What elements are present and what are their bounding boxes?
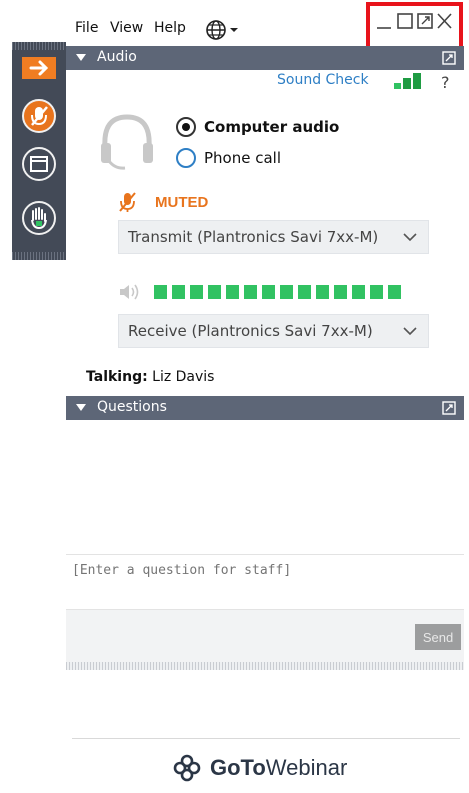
brand-name: GoToWebinar (210, 755, 348, 780)
arrow-right-icon (22, 57, 56, 79)
chevron-down-icon (403, 233, 417, 242)
audio-help-button[interactable]: ? (441, 73, 450, 92)
window-icon (22, 147, 56, 181)
questions-area: Send (66, 420, 464, 670)
talking-label: Talking: (86, 369, 148, 385)
raise-hand-icon (22, 201, 56, 235)
toolbar-grip-top[interactable] (12, 42, 66, 50)
transmit-device-value: Transmit (Plantronics Savi 7xx-M) (128, 228, 379, 246)
popout-icon[interactable] (442, 51, 456, 65)
menu-help[interactable]: Help (154, 20, 186, 36)
level-bar-segment (352, 285, 365, 299)
talking-name: Liz Davis (152, 369, 215, 385)
questions-footer: Send (66, 610, 464, 662)
computer-audio-label: Computer audio (204, 118, 340, 136)
speaker-icon (120, 284, 139, 300)
muted-label: MUTED (155, 193, 209, 211)
signal-strength-icon (394, 73, 421, 89)
talking-indicator: Talking: Liz Davis (86, 369, 214, 385)
level-bar-segment (316, 285, 329, 299)
globe-icon (206, 20, 238, 40)
question-input[interactable] (66, 554, 464, 610)
collapse-panel-button[interactable] (21, 56, 57, 80)
level-bar-segment (334, 285, 347, 299)
language-menu-button[interactable] (205, 19, 241, 45)
footer-divider (72, 738, 460, 739)
level-bar-segment (244, 285, 257, 299)
audio-panel-title: Audio (97, 49, 137, 65)
sound-check-link[interactable]: Sound Check (277, 72, 369, 88)
muted-mic-icon (119, 192, 136, 212)
level-bar-segment (280, 285, 293, 299)
questions-panel-header[interactable]: Questions (66, 396, 464, 420)
radio-selected[interactable] (176, 117, 196, 137)
level-bars (154, 285, 406, 299)
left-toolbar (12, 42, 66, 260)
level-bar-segment (208, 285, 221, 299)
mute-toggle-button[interactable] (21, 98, 57, 134)
muted-mic-icon (22, 99, 56, 133)
phone-call-label: Phone call (204, 149, 282, 167)
menu-view[interactable]: View (110, 20, 143, 36)
transmit-device-select[interactable]: Transmit (Plantronics Savi 7xx-M) (118, 220, 429, 254)
receive-device-select[interactable]: Receive (Plantronics Savi 7xx-M) (118, 314, 429, 348)
panel-resize-grip[interactable] (66, 662, 464, 670)
collapse-triangle-icon[interactable] (76, 54, 86, 61)
mute-status: MUTED (118, 190, 208, 214)
brand-logo: GoToWebinar (172, 752, 347, 784)
raise-hand-button[interactable] (21, 200, 57, 236)
menu-file[interactable]: File (75, 20, 98, 36)
level-bar-segment (370, 285, 383, 299)
level-bar-segment (226, 285, 239, 299)
level-bar-segment (172, 285, 185, 299)
level-bar-segment (154, 285, 167, 299)
gotowebinar-logo-icon (173, 754, 201, 782)
level-bar-segment (190, 285, 203, 299)
receive-device-value: Receive (Plantronics Savi 7xx-M) (128, 322, 373, 340)
caret-down-icon (230, 28, 238, 32)
questions-panel-title: Questions (97, 399, 167, 415)
toolbar-grip-bottom[interactable] (12, 252, 66, 260)
collapse-triangle-icon[interactable] (76, 404, 86, 411)
send-button[interactable]: Send (415, 624, 461, 650)
audio-panel-header[interactable]: Audio (66, 46, 464, 70)
screen-view-button[interactable] (21, 146, 57, 182)
questions-log[interactable] (66, 420, 464, 554)
phone-call-option[interactable]: Phone call (176, 147, 281, 169)
level-bar-segment (262, 285, 275, 299)
computer-audio-option[interactable]: Computer audio (176, 116, 339, 138)
level-bar-segment (388, 285, 401, 299)
headset-icon (101, 114, 153, 170)
chevron-down-icon (403, 327, 417, 336)
speaker-level-meter (118, 282, 406, 302)
popout-icon[interactable] (442, 401, 456, 415)
level-bar-segment (298, 285, 311, 299)
radio-unselected[interactable] (176, 148, 196, 168)
